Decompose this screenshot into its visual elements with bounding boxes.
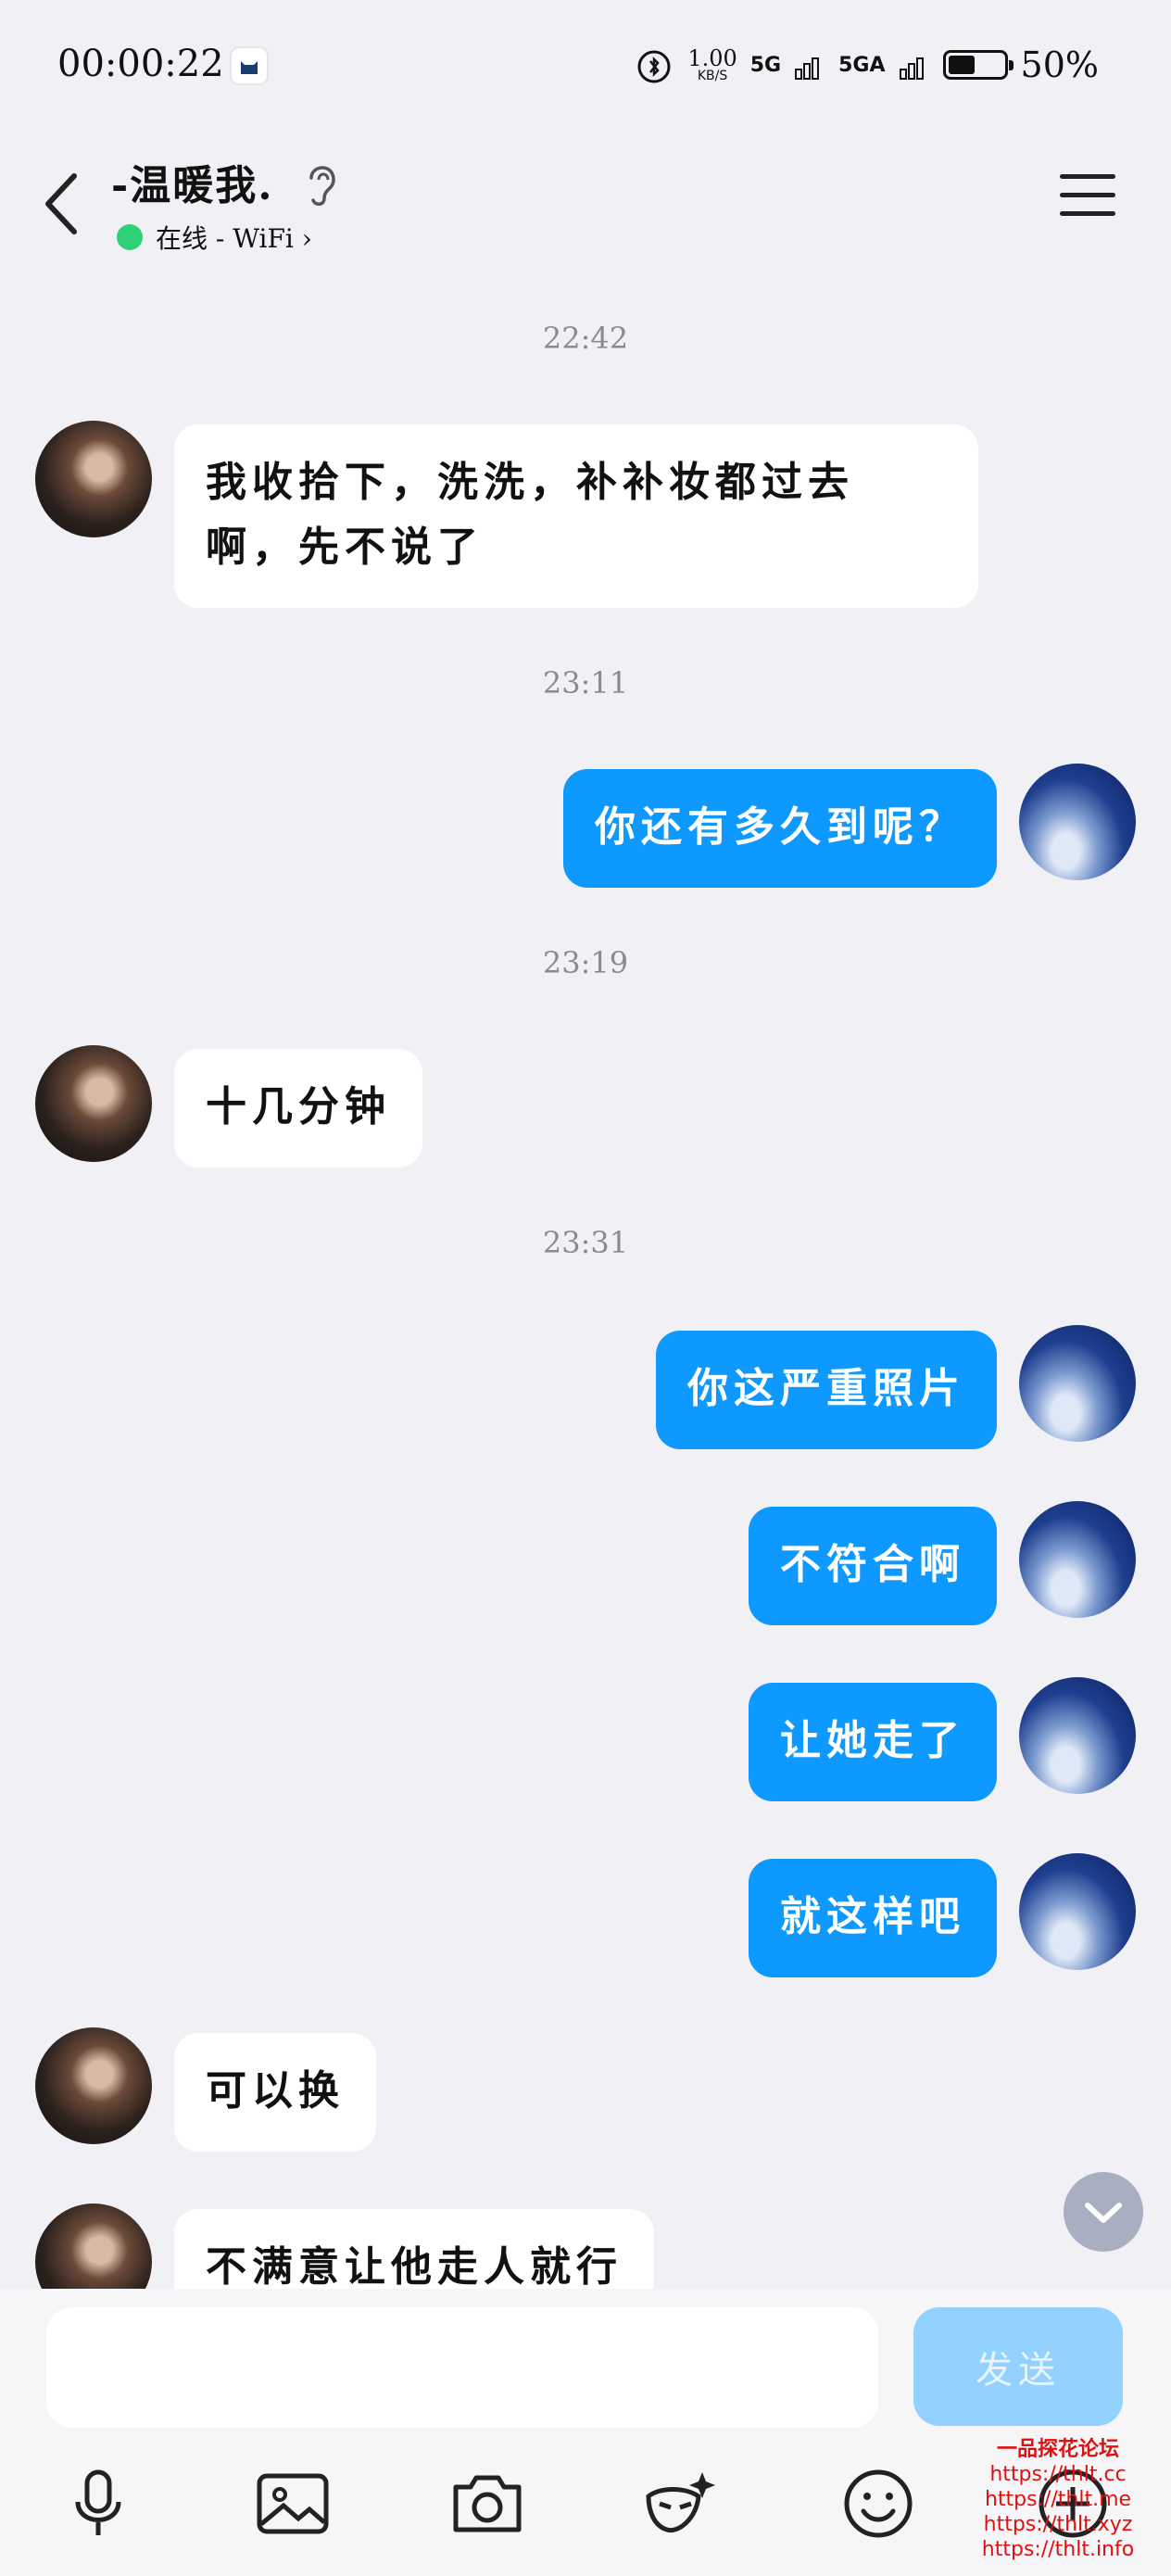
my-avatar[interactable] bbox=[1019, 1325, 1136, 1442]
outgoing-message[interactable]: 你还有多久到呢？ bbox=[563, 769, 997, 888]
microphone-icon[interactable] bbox=[59, 2465, 137, 2543]
signal-1-icon bbox=[795, 57, 820, 80]
signal-2-icon bbox=[899, 57, 924, 80]
menu-icon[interactable] bbox=[1060, 174, 1115, 230]
image-icon[interactable] bbox=[254, 2465, 332, 2543]
timestamp: 22:42 bbox=[542, 321, 629, 356]
sticker-mask-icon[interactable] bbox=[641, 2465, 719, 2543]
contact-name[interactable]: -温暖我. bbox=[111, 152, 274, 211]
online-status-dot bbox=[117, 224, 143, 250]
my-avatar[interactable] bbox=[1019, 1677, 1136, 1794]
contact-avatar[interactable] bbox=[35, 421, 152, 537]
contact-avatar[interactable] bbox=[35, 2027, 152, 2144]
notification-app-icon bbox=[232, 48, 267, 83]
my-avatar[interactable] bbox=[1019, 1853, 1136, 1970]
online-status[interactable]: 在线 - WiFi › bbox=[156, 219, 312, 256]
incoming-message[interactable]: 可以换 bbox=[174, 2033, 376, 2152]
camera-icon[interactable] bbox=[448, 2465, 526, 2543]
battery-icon bbox=[942, 50, 1014, 80]
outgoing-message[interactable]: 不符合啊 bbox=[749, 1507, 997, 1625]
timestamp: 23:31 bbox=[542, 1225, 629, 1260]
bluetooth-icon bbox=[637, 50, 671, 83]
timestamp: 23:11 bbox=[542, 665, 629, 701]
network-speed: 1.00 KB/S bbox=[687, 45, 737, 83]
ear-icon[interactable] bbox=[298, 158, 343, 209]
scroll-to-bottom-button[interactable] bbox=[1064, 2172, 1143, 2252]
battery-percent: 50% bbox=[1020, 44, 1099, 85]
incoming-message[interactable]: 十几分钟 bbox=[174, 1049, 422, 1168]
signal-2-label: 5GA bbox=[838, 53, 886, 77]
send-button[interactable]: 发送 bbox=[913, 2307, 1123, 2426]
status-icons: 1.00 KB/S 5G 5GA 50% bbox=[634, 41, 1099, 89]
emoji-icon[interactable] bbox=[839, 2465, 917, 2543]
status-time: 00:00:22 bbox=[57, 43, 224, 85]
my-avatar[interactable] bbox=[1019, 764, 1136, 880]
outgoing-message[interactable]: 就这样吧 bbox=[749, 1859, 997, 1977]
back-button[interactable] bbox=[37, 167, 93, 241]
signal-1-label: 5G bbox=[749, 53, 782, 77]
outgoing-message[interactable]: 让她走了 bbox=[749, 1683, 997, 1801]
watermark: 一品探花论坛 https://thlt.cc https://thlt.me h… bbox=[981, 2438, 1135, 2561]
contact-avatar[interactable] bbox=[35, 1045, 152, 1162]
incoming-message[interactable]: 我收拾下，洗洗，补补妆都过去 啊，先不说了 bbox=[174, 424, 978, 608]
outgoing-message[interactable]: 你这严重照片 bbox=[656, 1331, 997, 1449]
message-input[interactable] bbox=[46, 2307, 878, 2428]
timestamp: 23:19 bbox=[542, 945, 629, 980]
my-avatar[interactable] bbox=[1019, 1501, 1136, 1618]
